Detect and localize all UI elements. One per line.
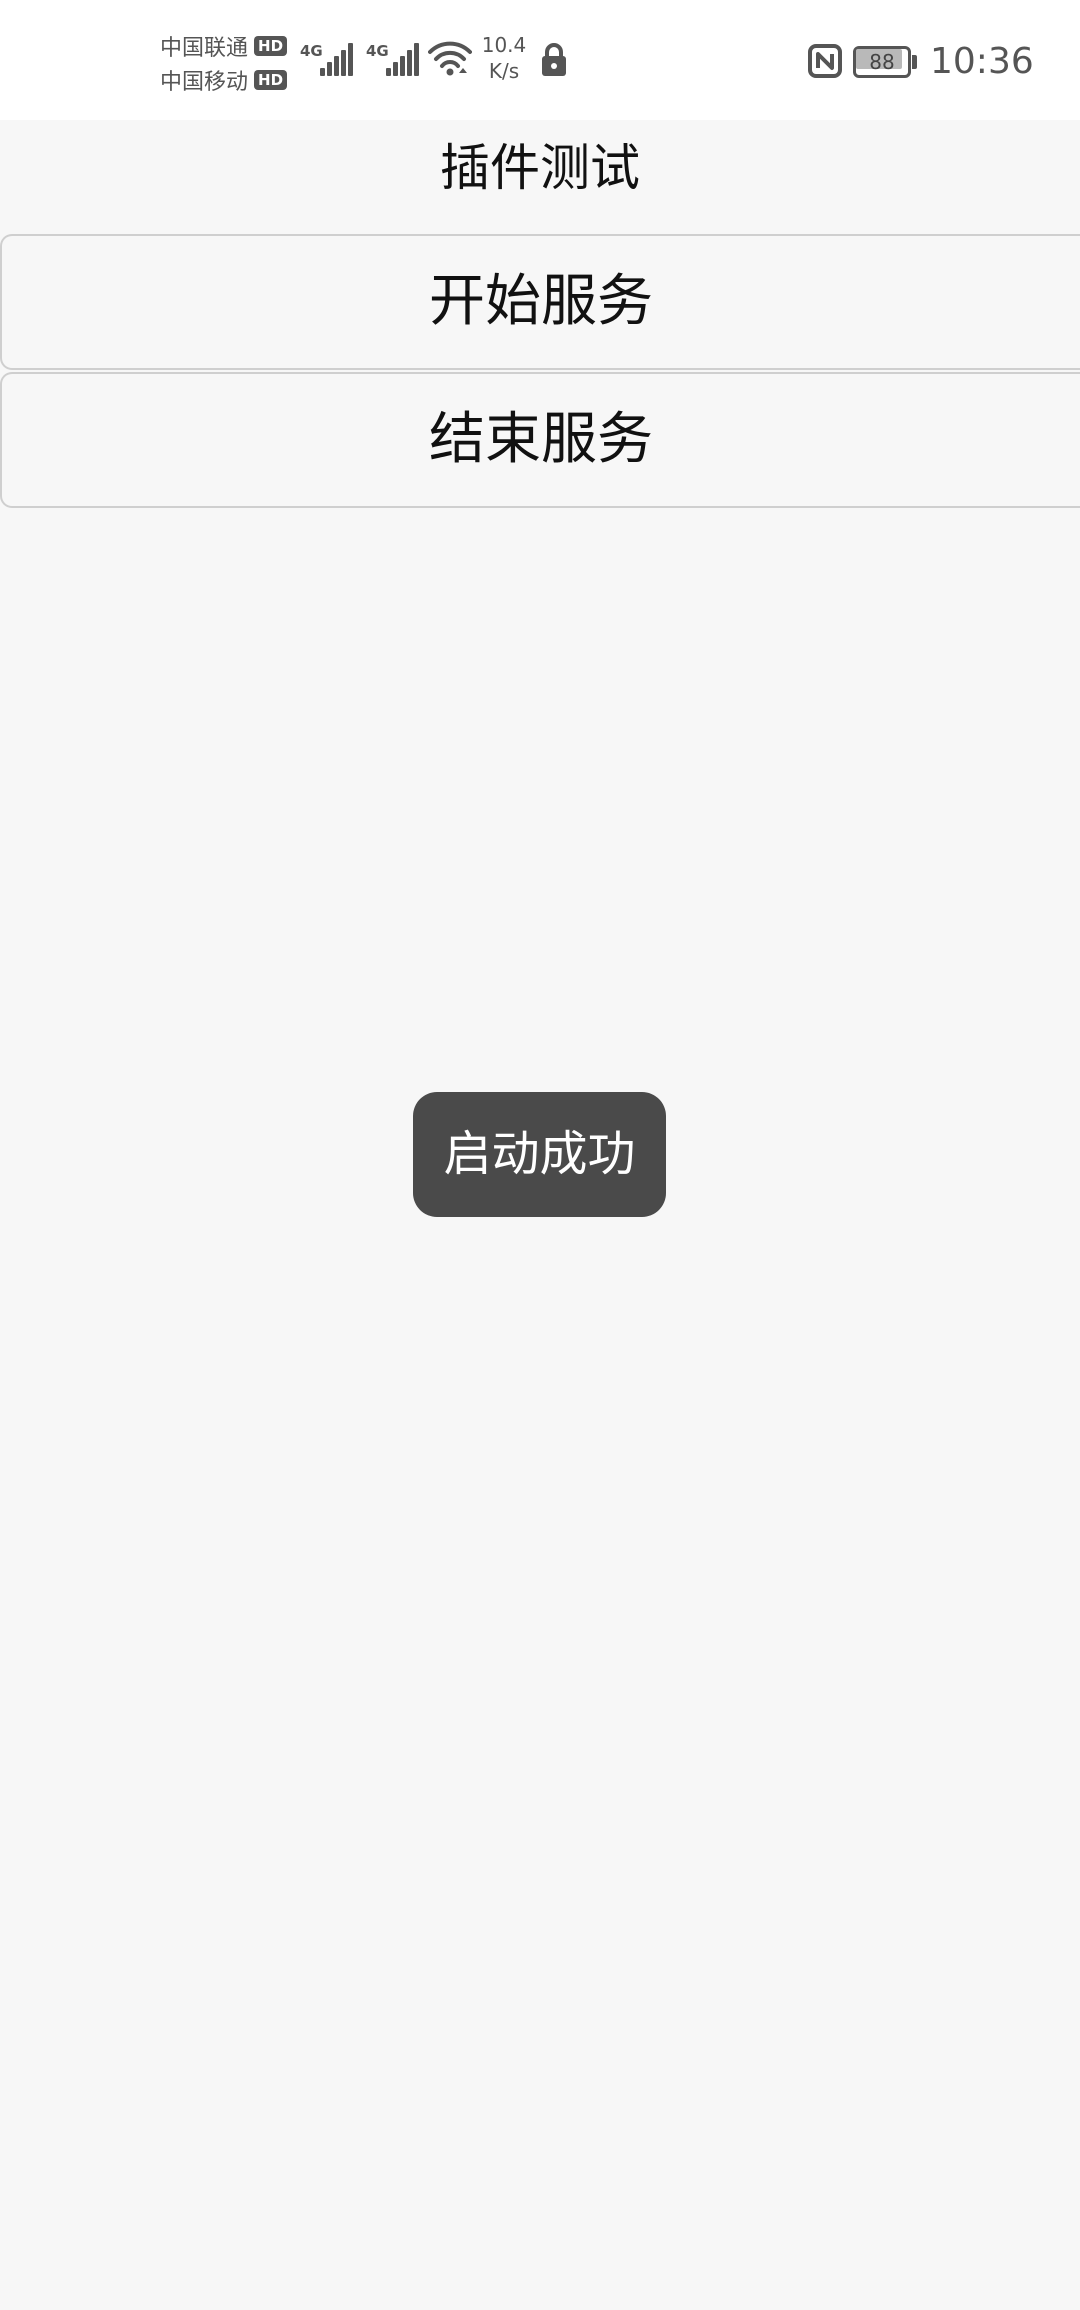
battery-icon: 88 [853, 46, 917, 78]
carrier-info: 中国联通 HD 中国移动 HD [160, 30, 300, 96]
carrier-name-2: 中国移动 [160, 70, 249, 95]
start-service-button[interactable]: 开始服务 [0, 234, 1080, 370]
signal-bar [334, 56, 339, 76]
speed-value: 10.4 [481, 33, 527, 57]
signal-icon: 4G [366, 38, 422, 80]
signal-bar [414, 43, 419, 76]
wifi-icon [428, 41, 472, 76]
network-type-2: 4G [366, 42, 389, 60]
battery-level: 88 [869, 50, 895, 74]
carrier-name-1: 中国联通 [160, 36, 249, 61]
signal-bar [386, 68, 391, 76]
stop-service-button[interactable]: 结束服务 [0, 372, 1080, 508]
signal-bar [320, 68, 325, 76]
speed-unit: K/s [488, 59, 520, 83]
carrier-row-2: 中国移动 HD [160, 64, 288, 96]
signal-bar [393, 62, 398, 76]
screen: 中国联通 HD 中国移动 HD 4G 4G 10.4 K/s 88 10:36 … [0, 0, 1080, 2310]
signal-bar [400, 56, 405, 76]
page-title: 插件测试 [440, 139, 640, 197]
carrier-row-1: 中国联通 HD [160, 30, 288, 62]
lock-icon [542, 43, 566, 76]
battery-cap [912, 55, 917, 69]
hd-badge-1: HD [254, 36, 288, 56]
status-time: 10:36 [930, 41, 1034, 82]
signal-bar [327, 62, 332, 76]
network-speed: 10.4 K/s [478, 32, 530, 84]
nfc-icon [808, 44, 842, 78]
signal-icon: 4G [300, 38, 356, 80]
status-bar: 中国联通 HD 中国移动 HD 4G 4G 10.4 K/s 88 10:36 [0, 0, 1080, 120]
signal-bar [348, 43, 353, 76]
network-type-1: 4G [300, 42, 323, 60]
hd-badge-2: HD [254, 70, 288, 90]
signal-bar [341, 50, 346, 76]
signal-bar [407, 50, 412, 76]
toast-message: 启动成功 [413, 1092, 666, 1217]
